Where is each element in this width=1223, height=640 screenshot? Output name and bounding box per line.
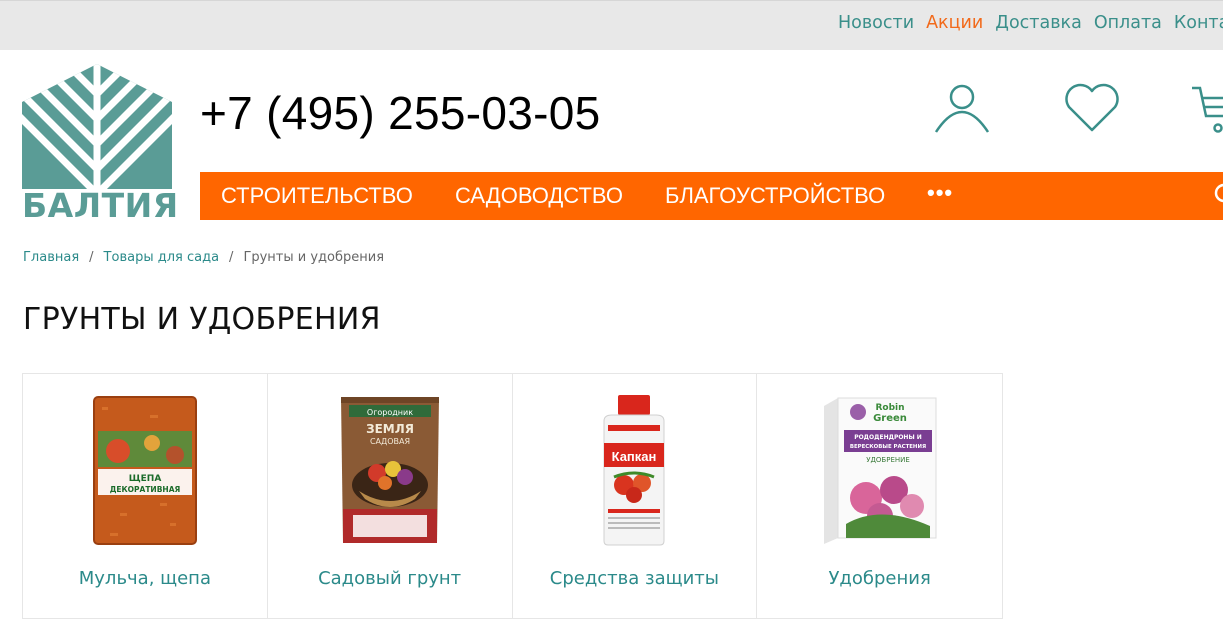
product-image-fertilizer[interactable]: Robin Green РОДОДЕНДРОНЫ И ВЕРЕСКОВЫЕ РА… — [757, 390, 1002, 550]
logo-leaf-icon — [22, 64, 172, 189]
cart-icon[interactable] — [1190, 84, 1223, 136]
category-label[interactable]: Мульча, щепа — [23, 568, 267, 589]
product-text: САДОВАЯ — [370, 437, 410, 446]
category-label[interactable]: Средства защиты — [513, 568, 757, 589]
user-icon[interactable] — [933, 82, 991, 134]
breadcrumb-current: Грунты и удобрения — [243, 250, 385, 265]
top-nav-payment[interactable]: Оплата — [1094, 13, 1162, 33]
page-title: ГРУНТЫ И УДОБРЕНИЯ — [23, 302, 381, 337]
main-nav: СТРОИТЕЛЬСТВО САДОВОДСТВО БЛАГОУСТРОЙСТВ… — [200, 172, 1223, 220]
main-nav-gardening[interactable]: САДОВОДСТВО — [455, 183, 623, 209]
logo-text: БАЛТИЯ — [22, 186, 179, 225]
breadcrumb: Главная / Товары для сада / Грунты и удобрен… — [23, 250, 384, 265]
category-label[interactable]: Удобрения — [757, 568, 1002, 589]
more-menu-button[interactable]: ••• — [927, 180, 953, 206]
product-text: УДОБРЕНИЕ — [866, 456, 910, 464]
top-nav-promotions[interactable]: Акции — [926, 13, 983, 33]
breadcrumb-garden-goods[interactable]: Товары для сада — [104, 250, 220, 265]
product-text: Green — [873, 413, 907, 424]
product-text: ДЕКОРАТИВНАЯ — [110, 485, 181, 494]
heart-icon[interactable] — [1062, 82, 1122, 134]
top-nav-delivery[interactable]: Доставка — [995, 13, 1082, 33]
category-card-mulch[interactable]: ЩЕПА ДЕКОРАТИВНАЯ Мульча, щепа — [23, 374, 268, 618]
phone-number[interactable]: +7 (495) 255-03-05 — [200, 86, 601, 140]
top-nav-news[interactable]: Новости — [838, 13, 914, 33]
category-card-protection[interactable]: Капкан Средства защиты — [513, 374, 758, 618]
product-text: Огородник — [367, 408, 413, 417]
product-text: РОДОДЕНДРОНЫ И — [854, 434, 922, 441]
category-grid: ЩЕПА ДЕКОРАТИВНАЯ Мульча, щепа Огородник… — [22, 373, 1003, 619]
main-nav-construction[interactable]: СТРОИТЕЛЬСТВО — [221, 183, 413, 209]
product-text: ЗЕМЛЯ — [366, 422, 414, 436]
category-label[interactable]: Садовый грунт — [268, 568, 512, 589]
product-text: Robin — [875, 403, 904, 413]
search-icon[interactable] — [1213, 183, 1223, 212]
product-image-mulch[interactable]: ЩЕПА ДЕКОРАТИВНАЯ — [23, 390, 267, 550]
breadcrumb-home[interactable]: Главная — [23, 250, 79, 265]
category-card-garden-soil[interactable]: Огородник ЗЕМЛЯ САДОВАЯ Садовый грунт — [268, 374, 513, 618]
product-text: ВЕРЕСКОВЫЕ РАСТЕНИЯ — [850, 444, 926, 450]
top-nav: Новости Акции Доставка Оплата Контакты — [838, 13, 1223, 33]
top-nav-contacts[interactable]: Контакты — [1174, 13, 1223, 33]
top-bar: Новости Акции Доставка Оплата Контакты — [0, 0, 1223, 50]
category-card-fertilizers[interactable]: Robin Green РОДОДЕНДРОНЫ И ВЕРЕСКОВЫЕ РА… — [757, 374, 1002, 618]
breadcrumb-separator: / — [229, 250, 234, 265]
product-image-soil[interactable]: Огородник ЗЕМЛЯ САДОВАЯ — [268, 390, 512, 550]
product-image-protection[interactable]: Капкан — [513, 390, 757, 550]
breadcrumb-separator: / — [89, 250, 94, 265]
product-text: Капкан — [612, 449, 657, 464]
product-text: ЩЕПА — [129, 474, 162, 484]
main-nav-landscaping[interactable]: БЛАГОУСТРОЙСТВО — [665, 183, 885, 209]
